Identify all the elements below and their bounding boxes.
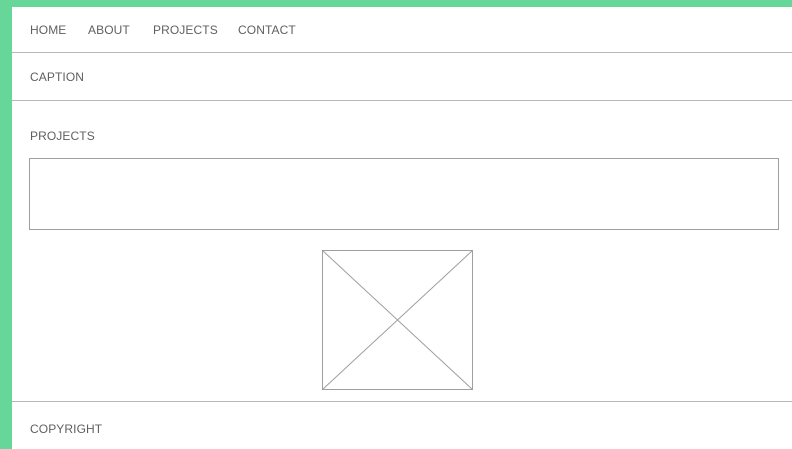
copyright-text: COPYRIGHT (30, 422, 103, 436)
caption-text: CAPTION (30, 70, 85, 84)
nav-home-link[interactable]: HOME (30, 23, 66, 37)
caption-section: CAPTION (12, 54, 792, 101)
nav-about-link[interactable]: ABOUT (88, 23, 130, 37)
footer: COPYRIGHT (12, 401, 792, 449)
nav-projects-link[interactable]: PROJECTS (153, 23, 218, 37)
image-placeholder-icon (322, 250, 473, 390)
projects-text-box (29, 158, 779, 230)
wireframe-page: HOME ABOUT PROJECTS CONTACT CAPTION PROJ… (12, 7, 792, 449)
nav-contact-link[interactable]: CONTACT (238, 23, 296, 37)
projects-heading: PROJECTS (30, 129, 95, 143)
top-navigation: HOME ABOUT PROJECTS CONTACT (12, 7, 792, 53)
